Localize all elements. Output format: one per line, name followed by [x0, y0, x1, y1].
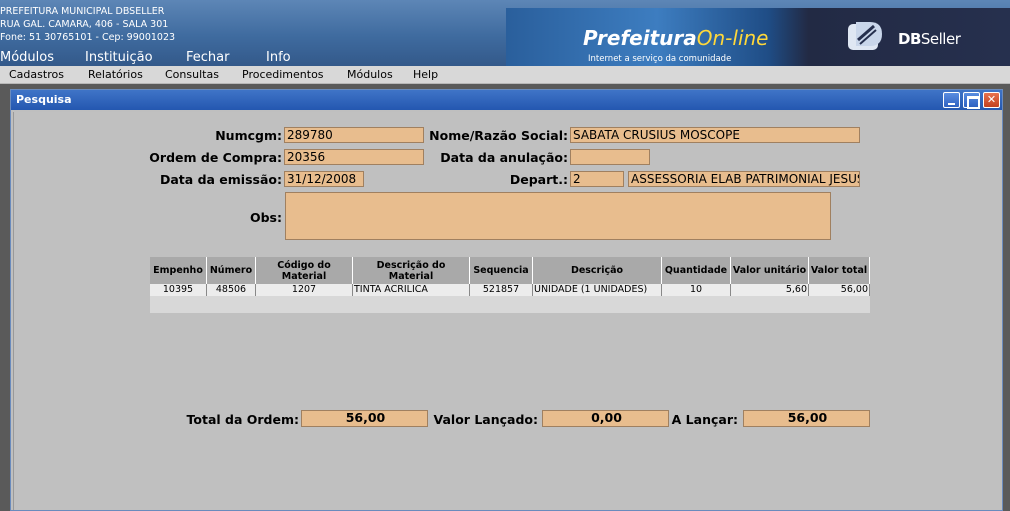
window-title: Pesquisa	[16, 93, 72, 106]
col-header-valor-total[interactable]: Valor total	[809, 257, 870, 284]
a-lancar-field[interactable]: 56,00	[743, 410, 870, 427]
data-emissao-field[interactable]: 31/12/2008	[284, 171, 364, 187]
col-header-sequencia[interactable]: Sequencia	[470, 257, 533, 284]
valor-lancado-field[interactable]: 0,00	[542, 410, 669, 427]
depart-name-field[interactable]: ASSESSORIA ELAB PATRIMONIAL JESUS	[628, 171, 860, 187]
nav-modulos[interactable]: Módulos	[0, 50, 85, 66]
table-cell[interactable]: 5,60	[731, 284, 809, 296]
organization-info: PREFEITURA MUNICIPAL DBSELLER RUA GAL. C…	[0, 5, 175, 44]
org-contact: Fone: 51 30765101 - Cep: 99001023	[0, 32, 176, 43]
close-icon: ✕	[986, 93, 997, 106]
table-cell[interactable]: TINTA ACRILICA	[353, 284, 470, 296]
valor-lancado-label: Valor Lançado:	[433, 412, 539, 427]
window-content: Numcgm: 289780 Nome/Razão Social: SABATA…	[13, 112, 1000, 510]
numcgm-field[interactable]: 289780	[284, 127, 424, 143]
dbseller-logo-icon	[848, 22, 882, 50]
a-lancar-label: A Lançar:	[671, 412, 738, 427]
col-header-empenho[interactable]: Empenho	[150, 257, 207, 284]
top-navigation: Módulos Instituição Fechar Info	[0, 50, 326, 66]
ordem-compra-label: Ordem de Compra:	[149, 150, 282, 165]
table-cell[interactable]: 1207	[256, 284, 353, 296]
data-emissao-label: Data da emissão:	[160, 172, 282, 187]
col-header-descricao[interactable]: Descrição	[533, 257, 662, 284]
minimize-button[interactable]	[943, 92, 960, 108]
ordem-compra-field[interactable]: 20356	[284, 149, 424, 165]
obs-textarea[interactable]	[285, 192, 831, 240]
org-address: RUA GAL. CAMARA, 406 - SALA 301	[0, 19, 169, 30]
data-anulacao-field[interactable]	[570, 149, 650, 165]
numcgm-label: Numcgm:	[215, 128, 282, 143]
maximize-button[interactable]	[963, 92, 980, 109]
table-cell[interactable]: 521857	[470, 284, 533, 296]
menu-bar: Cadastros Relatórios Consultas Procedime…	[0, 66, 1010, 84]
col-header-codigo-material[interactable]: Código do Material	[256, 257, 353, 284]
table-cell[interactable]: 48506	[207, 284, 256, 296]
app-header: PREFEITURA MUNICIPAL DBSELLER RUA GAL. C…	[0, 0, 1010, 66]
window-titlebar[interactable]: Pesquisa ✕	[11, 90, 1002, 110]
minimize-icon	[944, 93, 959, 107]
menu-cadastros[interactable]: Cadastros	[9, 66, 88, 83]
nav-fechar[interactable]: Fechar	[186, 50, 266, 66]
obs-label: Obs:	[249, 210, 282, 225]
nome-label: Nome/Razão Social:	[429, 128, 568, 143]
header-banner: PrefeituraOn-line Internet a serviço da …	[506, 8, 1010, 66]
table-cell[interactable]: 10	[662, 284, 731, 296]
dbseller-logo-text: DBSeller	[898, 30, 961, 48]
col-header-quantidade[interactable]: Quantidade	[662, 257, 731, 284]
menu-help[interactable]: Help	[413, 66, 453, 83]
pesquisa-window: Pesquisa ✕ Numcgm: 289780 Nome/Razão Soc…	[10, 89, 1003, 511]
depart-label: Depart.:	[509, 172, 568, 187]
menu-relatorios[interactable]: Relatórios	[88, 66, 165, 83]
table-cell[interactable]: 56,00	[809, 284, 870, 296]
nav-instituicao[interactable]: Instituição	[85, 50, 186, 66]
menu-modulos[interactable]: Módulos	[347, 66, 413, 83]
col-header-numero[interactable]: Número	[207, 257, 256, 284]
maximize-icon	[964, 93, 980, 109]
items-table: Empenho Número Código do Material Descri…	[150, 257, 870, 313]
nome-field[interactable]: SABATA CRUSIUS MOSCOPE	[570, 127, 860, 143]
org-name: PREFEITURA MUNICIPAL DBSELLER	[0, 6, 165, 17]
total-ordem-label: Total da Ordem:	[186, 412, 299, 427]
prefeitura-online-logo: PrefeituraOn-line	[583, 26, 769, 50]
table-cell[interactable]: 10395	[150, 284, 207, 296]
data-anulacao-label: Data da anulação:	[440, 150, 568, 165]
total-ordem-field[interactable]: 56,00	[301, 410, 428, 427]
col-header-valor-unitario[interactable]: Valor unitário	[731, 257, 809, 284]
nav-info[interactable]: Info	[266, 50, 326, 66]
menu-procedimentos[interactable]: Procedimentos	[242, 66, 347, 83]
depart-code-field[interactable]: 2	[570, 171, 624, 187]
menu-consultas[interactable]: Consultas	[165, 66, 242, 83]
banner-tagline: Internet a serviço da comunidade	[588, 54, 732, 64]
table-cell[interactable]: UNIDADE (1 UNIDADES)	[533, 284, 662, 296]
close-button[interactable]: ✕	[983, 92, 1000, 108]
col-header-descricao-material[interactable]: Descrição do Material	[353, 257, 470, 284]
